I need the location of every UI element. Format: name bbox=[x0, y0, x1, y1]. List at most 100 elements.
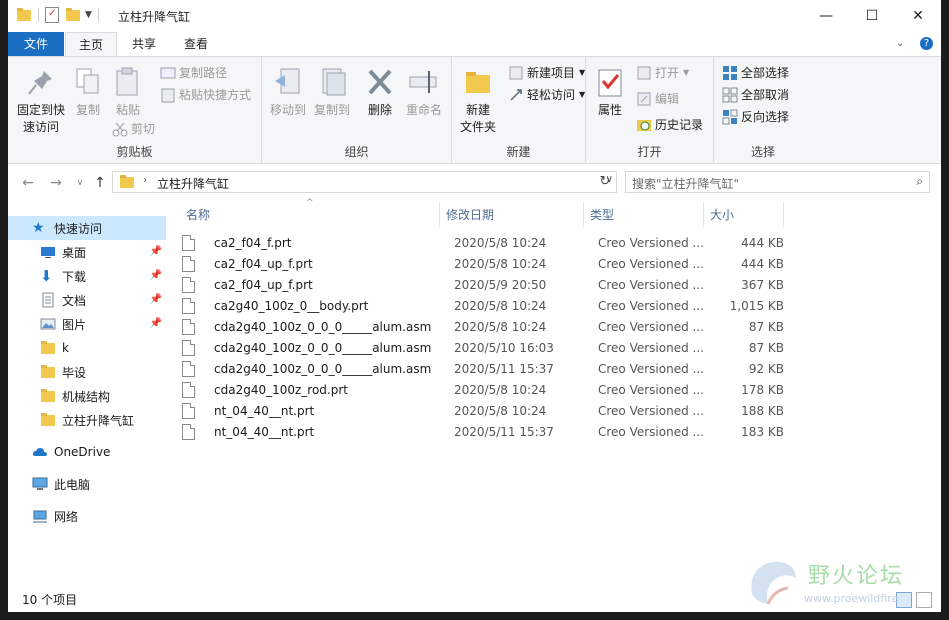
watermark-logo: 野火论坛 www.proewildfire bbox=[744, 552, 941, 612]
move-to-button[interactable]: 移动到 bbox=[268, 61, 308, 119]
cut-button[interactable]: 剪切 bbox=[112, 119, 155, 139]
pin-icon[interactable]: 📌 bbox=[150, 318, 162, 329]
pin-icon[interactable]: 📌 bbox=[150, 294, 162, 305]
help-icon[interactable]: ? bbox=[920, 37, 933, 50]
nav-item-folder-cylinder[interactable]: 立柱升降气缸 bbox=[8, 408, 166, 432]
select-group: 全部选择 全部取消 反向选择 选择 bbox=[714, 57, 812, 163]
pin-icon[interactable]: 📌 bbox=[150, 246, 162, 257]
back-arrow-icon[interactable]: ← bbox=[18, 173, 38, 193]
maximize-button[interactable]: ☐ bbox=[849, 0, 895, 32]
delete-x-icon bbox=[363, 65, 397, 99]
table-row[interactable]: cda2g40_100z_rod.prt 2020/5/8 10:24 Creo… bbox=[182, 380, 941, 401]
collapse-ribbon-icon[interactable]: ⌄ bbox=[896, 38, 904, 49]
table-row[interactable]: ca2_f04_up_f.prt 2020/5/8 10:24 Creo Ver… bbox=[182, 254, 941, 275]
file-date: 2020/5/8 10:24 bbox=[454, 236, 547, 250]
up-arrow-icon[interactable]: ↑ bbox=[90, 173, 110, 193]
nav-quick-access[interactable]: ★ 快速访问 bbox=[8, 216, 166, 240]
table-row[interactable]: cda2g40_100z_0_0_0_____alum.asm 2020/5/1… bbox=[182, 338, 941, 359]
file-date: 2020/5/8 10:24 bbox=[454, 299, 547, 313]
table-row[interactable]: nt_04_40__nt.prt 2020/5/8 10:24 Creo Ver… bbox=[182, 401, 941, 422]
nav-this-pc[interactable]: 此电脑 bbox=[8, 472, 166, 496]
properties-icon bbox=[593, 65, 627, 99]
forward-arrow-icon[interactable]: → bbox=[46, 173, 66, 193]
file-name: ca2_f04_up_f.prt bbox=[214, 257, 313, 271]
copy-button[interactable]: 复制 bbox=[70, 61, 106, 119]
nav-item-folder-k[interactable]: k bbox=[8, 336, 166, 360]
paste-shortcut-button[interactable]: 粘贴快捷方式 bbox=[160, 85, 251, 105]
file-date: 2020/5/8 10:24 bbox=[454, 383, 547, 397]
rename-button[interactable]: 重命名 bbox=[402, 61, 446, 119]
table-row[interactable]: ca2_f04_up_f.prt 2020/5/9 20:50 Creo Ver… bbox=[182, 275, 941, 296]
picture-icon bbox=[40, 316, 56, 332]
file-icon bbox=[182, 424, 195, 440]
file-icon bbox=[182, 277, 195, 293]
table-row[interactable]: cda2g40_100z_0_0_0_____alum.asm 2020/5/8… bbox=[182, 317, 941, 338]
file-size: 444 KB bbox=[741, 257, 784, 271]
paste-button[interactable]: 粘贴 bbox=[108, 61, 148, 119]
tab-share[interactable]: 共享 bbox=[118, 32, 170, 56]
new-item-button[interactable]: 新建项目 ▼ bbox=[508, 63, 585, 83]
file-name: cda2g40_100z_0_0_0_____alum.asm bbox=[214, 341, 432, 355]
breadcrumb-separator-icon: › bbox=[143, 175, 147, 186]
column-header-name[interactable]: 名称 bbox=[180, 202, 440, 228]
address-bar[interactable]: › 立柱升降气缸 ∨ bbox=[112, 171, 617, 193]
nav-item-downloads[interactable]: ⬇ 下载 📌 bbox=[8, 264, 166, 288]
recent-locations-chevron-icon[interactable]: ∨ bbox=[70, 173, 90, 193]
history-button[interactable]: 历史记录 bbox=[636, 115, 703, 135]
nav-item-documents[interactable]: 文档 📌 bbox=[8, 288, 166, 312]
column-header-type[interactable]: 类型 bbox=[584, 202, 704, 228]
table-row[interactable]: nt_04_40__nt.prt 2020/5/11 15:37 Creo Ve… bbox=[182, 422, 941, 443]
file-date: 2020/5/8 10:24 bbox=[454, 320, 547, 334]
column-header-date[interactable]: 修改日期 bbox=[440, 202, 584, 228]
delete-button[interactable]: 删除 bbox=[362, 61, 398, 119]
nav-item-folder-mechanical[interactable]: 机械结构 bbox=[8, 384, 166, 408]
copy-path-icon bbox=[160, 65, 176, 81]
new-folder-icon[interactable] bbox=[65, 7, 81, 23]
nav-onedrive[interactable]: OneDrive bbox=[8, 440, 166, 464]
tab-file[interactable]: 文件 bbox=[8, 32, 64, 56]
invert-selection-button[interactable]: 反向选择 bbox=[722, 107, 789, 127]
nav-network-label: 网络 bbox=[54, 509, 79, 524]
easy-access-button[interactable]: 轻松访问 ▼ bbox=[508, 85, 585, 105]
rename-label: 重命名 bbox=[405, 103, 442, 117]
column-header-size[interactable]: 大小 bbox=[704, 202, 784, 228]
nav-this-pc-label: 此电脑 bbox=[54, 477, 91, 492]
select-all-button[interactable]: 全部选择 bbox=[722, 63, 789, 83]
organize-group-label: 组织 bbox=[344, 145, 369, 159]
new-folder-button[interactable]: 新建 文件夹 bbox=[456, 61, 500, 136]
cloud-icon bbox=[32, 444, 48, 460]
tab-home[interactable]: 主页 bbox=[65, 32, 117, 56]
pin-icon[interactable]: 📌 bbox=[150, 270, 162, 281]
copy-to-button[interactable]: 复制到 bbox=[312, 61, 352, 119]
breadcrumb[interactable]: 立柱升降气缸 bbox=[157, 175, 229, 192]
folder-icon[interactable] bbox=[16, 7, 32, 23]
edit-button[interactable]: 编辑 bbox=[636, 89, 679, 109]
tab-view[interactable]: 查看 bbox=[170, 32, 222, 56]
minimize-button[interactable]: — bbox=[803, 0, 849, 32]
nav-item-folder-graduation[interactable]: 毕设 bbox=[8, 360, 166, 384]
table-row[interactable]: ca2g40_100z_0__body.prt 2020/5/8 10:24 C… bbox=[182, 296, 941, 317]
copy-path-button[interactable]: 复制路径 bbox=[160, 63, 227, 83]
nav-item-pictures[interactable]: 图片 📌 bbox=[8, 312, 166, 336]
search-icon[interactable]: ⌕ bbox=[916, 174, 923, 189]
pin-label-2: 速访问 bbox=[22, 120, 59, 134]
new-folder-icon bbox=[461, 65, 495, 99]
properties-button[interactable]: 属性 bbox=[590, 61, 630, 119]
select-none-button[interactable]: 全部取消 bbox=[722, 85, 789, 105]
folder-icon bbox=[40, 412, 56, 428]
refresh-icon[interactable]: ↻ bbox=[596, 173, 614, 191]
pin-quick-access-button[interactable]: 固定到快 速访问 bbox=[12, 61, 70, 136]
rename-icon bbox=[407, 65, 441, 99]
watermark-leaf-icon bbox=[751, 561, 796, 605]
chevron-down-icon[interactable]: ▼ bbox=[85, 10, 92, 20]
table-row[interactable]: ca2_f04_f.prt 2020/5/8 10:24 Creo Versio… bbox=[182, 233, 941, 254]
table-row[interactable]: cda2g40_100z_0_0_0_____alum.asm 2020/5/1… bbox=[182, 359, 941, 380]
close-button[interactable]: ✕ bbox=[895, 0, 941, 32]
open-button[interactable]: 打开 ▼ bbox=[636, 63, 689, 83]
file-type: Creo Versioned ... bbox=[598, 383, 704, 397]
nav-item-desktop[interactable]: 桌面 📌 bbox=[8, 240, 166, 264]
search-input[interactable]: 搜索"立柱升降气缸" ⌕ bbox=[625, 171, 930, 193]
watermark-url: www.proewildfire bbox=[804, 592, 899, 605]
properties-check-icon[interactable]: ✓ bbox=[45, 7, 59, 23]
nav-network[interactable]: 网络 bbox=[8, 504, 166, 528]
